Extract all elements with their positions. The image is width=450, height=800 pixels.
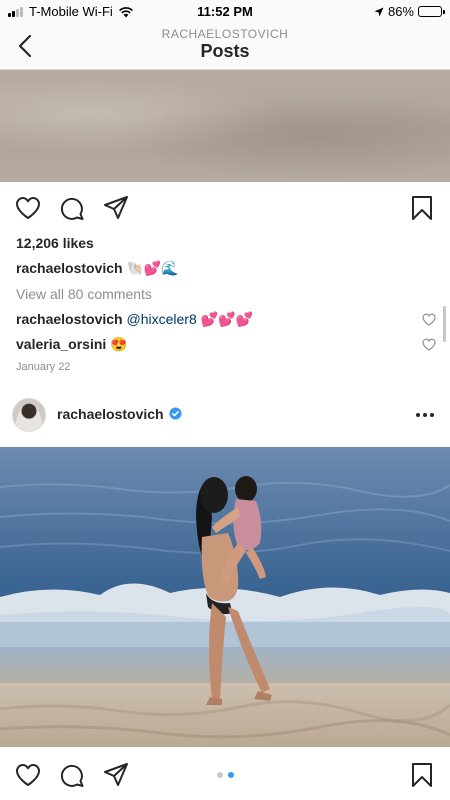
caption-username[interactable]: rachaelostovich (16, 260, 123, 276)
comment-username[interactable]: rachaelostovich (16, 311, 123, 327)
post-date: January 22 (16, 361, 71, 373)
more-icon[interactable] (414, 404, 436, 426)
comment-text: 😍 (110, 336, 128, 352)
post-header: rachaelostovich (0, 398, 450, 438)
heart-icon[interactable] (14, 194, 42, 222)
bookmark-icon[interactable] (408, 194, 436, 222)
carousel-dot (216, 772, 223, 778)
likes-count[interactable]: 12,206 likes (16, 235, 94, 251)
comment-like-heart-icon[interactable] (422, 338, 436, 351)
battery-percent: 86% (387, 4, 414, 19)
page-title: Posts (200, 41, 250, 61)
status-bar: T-Mobile Wi-Fi 11:52 PM 86% (0, 0, 450, 22)
comment-row: valeria_orsini 😍 (16, 336, 436, 353)
view-all-comments-link[interactable]: View all 80 comments (16, 286, 152, 302)
comment-like-heart-icon[interactable] (422, 313, 436, 326)
post-photo[interactable] (0, 447, 450, 747)
post-username-text[interactable]: rachaelostovich (57, 406, 164, 422)
beach-photo-illustration (0, 447, 450, 747)
battery-icon (418, 6, 445, 17)
post-caption: rachaelostovich 🐚💕🌊 (16, 260, 179, 277)
comment-row: rachaelostovich @hixceler8 💕💕💕 (16, 311, 436, 328)
post-image[interactable] (0, 70, 450, 182)
avatar[interactable] (12, 398, 46, 432)
verified-badge-icon (169, 407, 182, 420)
post-action-bar (0, 761, 450, 800)
post-username[interactable]: rachaelostovich (57, 406, 182, 422)
comment-username[interactable]: valeria_orsini (16, 336, 106, 352)
carousel-dot (227, 772, 234, 778)
nav-bar: RACHAELOSTOVICH Posts (0, 22, 450, 70)
location-arrow-icon (374, 7, 384, 16)
carousel-indicator (0, 772, 450, 778)
comment-mention[interactable]: @hixceler8 (127, 311, 197, 327)
nav-subtitle: RACHAELOSTOVICH (161, 27, 289, 41)
status-right: 86% (374, 4, 445, 19)
comment-icon[interactable] (58, 194, 86, 222)
comment-text: 💕💕💕 (200, 311, 253, 327)
post-action-bar (0, 194, 450, 234)
scrollbar-thumb[interactable] (443, 306, 446, 342)
share-icon[interactable] (102, 194, 130, 222)
caption-text: 🐚💕🌊 (126, 260, 179, 276)
